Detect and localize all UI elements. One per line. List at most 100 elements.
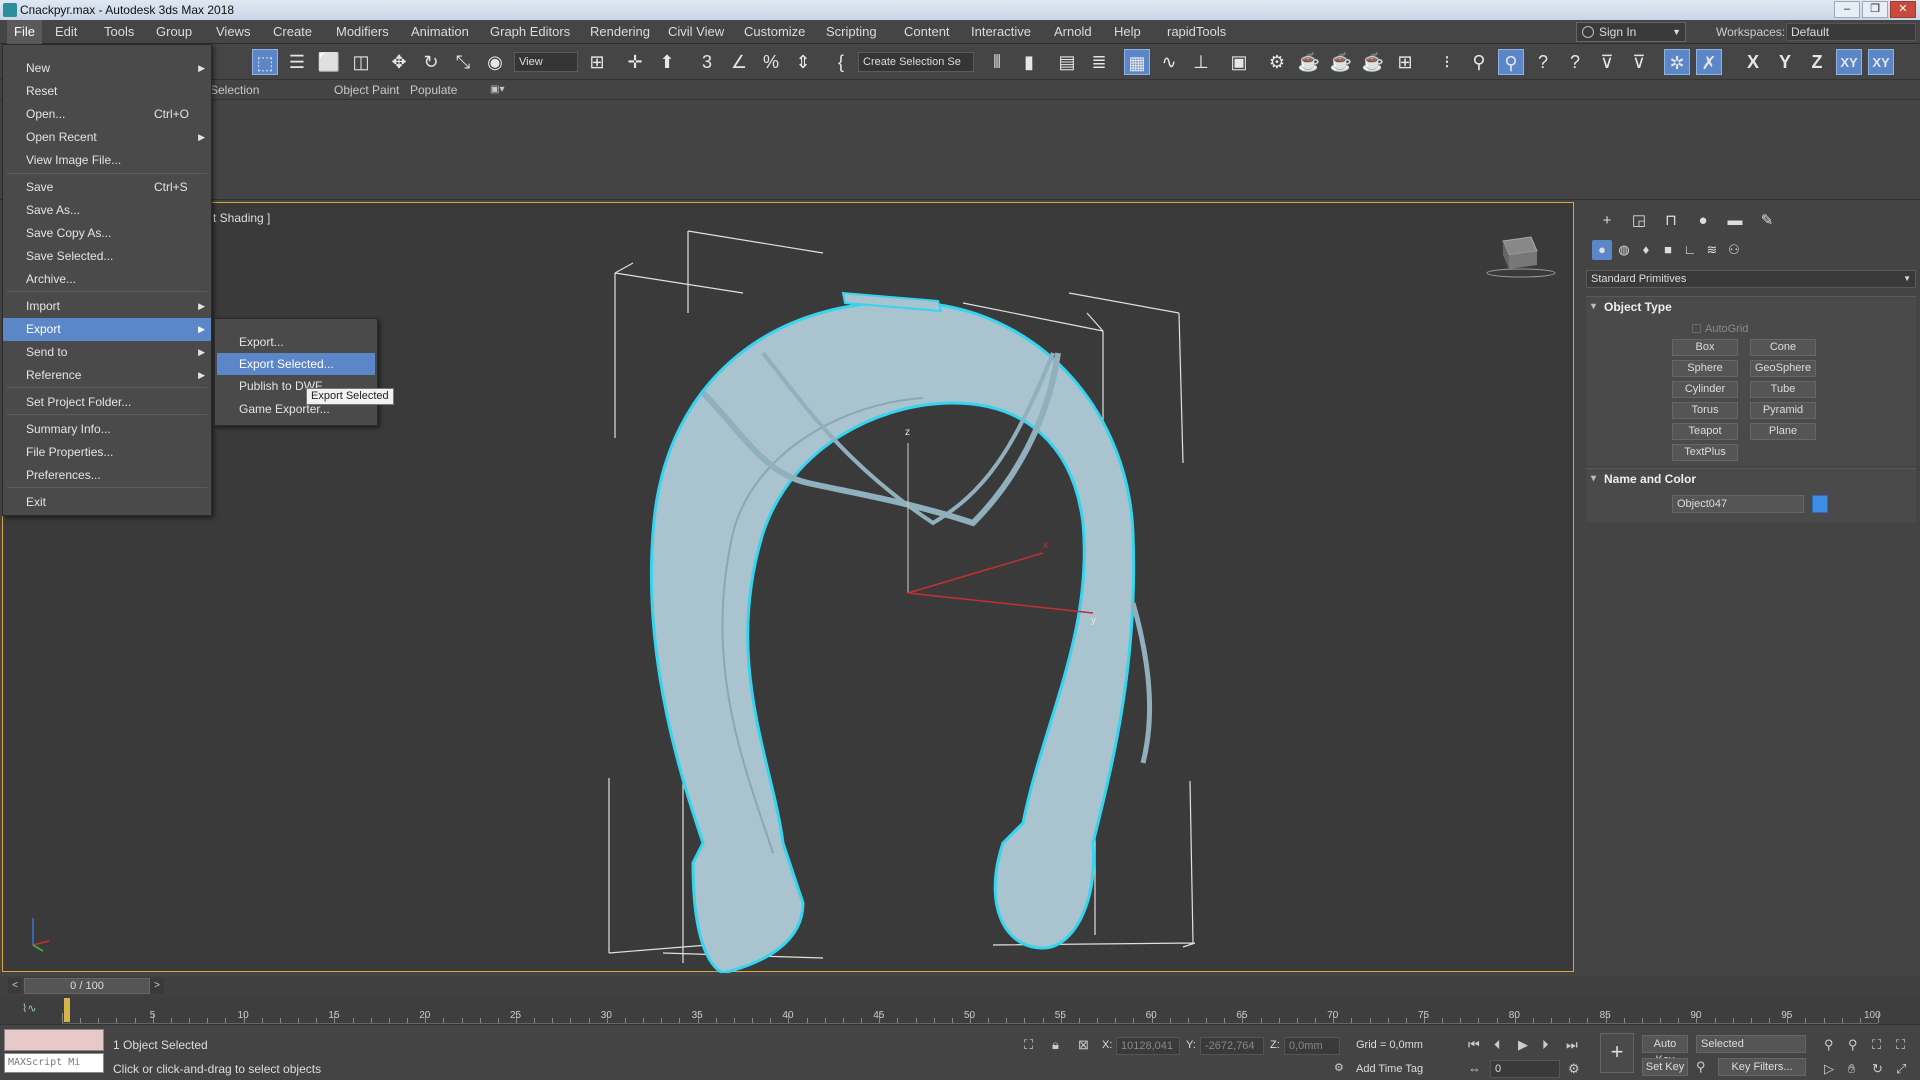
torus-button[interactable]: Torus (1672, 402, 1738, 419)
ribbon-options-icon[interactable]: ▣▾ (490, 80, 504, 100)
maximize-button[interactable]: ❐ (1862, 1, 1888, 18)
scene-explorer-icon[interactable]: ▤ (1054, 49, 1080, 75)
material-editor-icon[interactable]: ▣ (1226, 49, 1252, 75)
motion-tab-icon[interactable]: ● (1692, 210, 1714, 232)
rectangular-selection-icon[interactable]: ⬜ (316, 49, 342, 75)
menu-rapidtools[interactable]: rapidTools (1160, 20, 1233, 44)
minimize-button[interactable]: – (1834, 1, 1860, 18)
zoom-extents-icon[interactable]: ⛶ (1872, 1037, 1881, 1053)
object-color-swatch[interactable] (1812, 495, 1828, 513)
key-mode-dropdown[interactable]: Selected (1696, 1035, 1806, 1053)
placement-icon[interactable]: ◉ (482, 49, 508, 75)
set-key-button[interactable]: Set Key (1642, 1058, 1688, 1076)
file-menu-save-as[interactable]: Save As... (3, 199, 211, 222)
helpers-icon[interactable]: ∟ (1680, 240, 1700, 260)
zoom-all-icon[interactable]: ⚲ (1848, 1037, 1858, 1053)
menu-arnold[interactable]: Arnold (1047, 20, 1099, 44)
textplus-button[interactable]: TextPlus (1672, 444, 1738, 461)
goto-end-icon[interactable]: ⏭ (1566, 1037, 1578, 1053)
reference-coordinate-dropdown[interactable]: View (514, 52, 578, 72)
key-mode-icon[interactable]: ⇔ (1468, 1061, 1481, 1076)
geosphere-button[interactable]: GeoSphere (1750, 360, 1816, 377)
field-of-view-icon[interactable]: ▷ (1824, 1061, 1834, 1077)
file-menu-send-to[interactable]: Send to ▶ (3, 341, 211, 364)
object-name-field[interactable]: Object047 (1672, 495, 1804, 513)
file-menu-file-properties[interactable]: File Properties... (3, 441, 211, 464)
mini-curve-editor-icon[interactable]: ⌇∿ (22, 1002, 37, 1015)
time-tag-icon[interactable]: ⚙ (1334, 1061, 1344, 1074)
axis-xy-cycle-button[interactable]: XY (1868, 49, 1894, 75)
category-dropdown[interactable]: Standard Primitives ▼ (1586, 270, 1916, 288)
file-menu-exit[interactable]: Exit (3, 491, 211, 514)
z-coordinate-field[interactable]: 0,0mm (1284, 1037, 1340, 1055)
spinner-snap-icon[interactable]: ⇕ (790, 49, 816, 75)
snap-midpoint-icon[interactable]: ? (1562, 49, 1588, 75)
cone-button[interactable]: Cone (1750, 339, 1816, 356)
curve-editor-icon[interactable]: ∿ (1156, 49, 1182, 75)
render-setup-icon[interactable]: ⚙ (1264, 49, 1290, 75)
time-config-icon[interactable]: ⚙ (1568, 1061, 1580, 1077)
systems-icon[interactable]: ⚇ (1724, 240, 1744, 260)
menu-help[interactable]: Help (1107, 20, 1148, 44)
angle-snap-icon[interactable]: ∠ (726, 49, 752, 75)
utilities-tab-icon[interactable]: ✎ (1756, 210, 1778, 232)
constraint-snap-icon[interactable]: ✲ (1664, 49, 1690, 75)
render-iterative-icon[interactable]: ☕ (1360, 49, 1386, 75)
ribbon-tab-object-paint[interactable]: Object Paint (334, 80, 399, 100)
menu-modifiers[interactable]: Modifiers (329, 20, 396, 44)
named-selection-set-dropdown[interactable]: Create Selection Se (858, 52, 974, 72)
zoom-icon[interactable]: ⚲ (1824, 1037, 1834, 1053)
track-bar[interactable]: ⌇∿ 5 10 15 20 25 30 35 40 45 50 55 60 65 70 75 80 85 90 95… (0, 996, 1920, 1024)
select-object-icon[interactable]: ⬚ (252, 49, 278, 75)
lock-selection-icon[interactable]: 🔒︎ (1052, 1037, 1059, 1053)
file-menu-open[interactable]: Open... Ctrl+O (3, 103, 211, 126)
geometry-icon[interactable]: ● (1592, 240, 1612, 260)
object-type-title[interactable]: Object Type (1586, 297, 1916, 317)
layer-explorer-icon[interactable]: ≣ (1086, 49, 1112, 75)
play-icon[interactable]: ▶ (1518, 1037, 1528, 1053)
menu-interactive[interactable]: Interactive (964, 20, 1038, 44)
percent-snap-icon[interactable]: % (758, 49, 784, 75)
set-key-plus-icon[interactable]: + (1600, 1033, 1634, 1073)
next-frame-icon[interactable]: ⏵ (1542, 1037, 1549, 1053)
plane-button[interactable]: Plane (1750, 423, 1816, 440)
time-next-icon[interactable]: > (150, 978, 164, 994)
time-prev-icon[interactable]: < (8, 978, 22, 994)
cylinder-button[interactable]: Cylinder (1672, 381, 1738, 398)
workspaces-dropdown[interactable]: Default (1786, 23, 1916, 41)
snap-pivot-icon[interactable]: ⚲ (1466, 49, 1492, 75)
snap-grid-icon[interactable]: ⁝ (1434, 49, 1460, 75)
sign-in-dropdown[interactable]: Sign In ▼ (1576, 22, 1686, 42)
space-warps-icon[interactable]: ≋ (1702, 240, 1722, 260)
pan-icon[interactable]: ✋︎ (1848, 1061, 1855, 1077)
axis-x-button[interactable]: X (1740, 49, 1766, 75)
teapot-button[interactable]: Teapot (1672, 423, 1738, 440)
menu-group[interactable]: Group (149, 20, 199, 44)
window-crossing-icon[interactable]: ◫ (348, 49, 374, 75)
lights-icon[interactable]: ♦ (1636, 240, 1656, 260)
isolate-selection-icon[interactable]: ⛶ (1024, 1037, 1033, 1053)
rotate-icon[interactable]: ↻ (418, 49, 444, 75)
menu-views[interactable]: Views (209, 20, 257, 44)
render-cloud-icon[interactable]: ⊞ (1392, 49, 1418, 75)
file-menu-preferences[interactable]: Preferences... (3, 464, 211, 487)
shapes-icon[interactable]: ◍ (1614, 240, 1634, 260)
render-production-icon[interactable]: ☕ (1328, 49, 1354, 75)
keyboard-shortcut-icon[interactable]: ⬆ (654, 49, 680, 75)
cameras-icon[interactable]: ■ (1658, 240, 1678, 260)
menu-animation[interactable]: Animation (404, 20, 476, 44)
name-and-color-title[interactable]: Name and Color (1586, 469, 1916, 489)
close-button[interactable]: ✕ (1890, 1, 1916, 18)
time-slider[interactable]: 0 / 100 (24, 978, 150, 994)
create-tab-icon[interactable]: + (1596, 210, 1618, 232)
menu-civil-view[interactable]: Civil View (661, 20, 731, 44)
export-item[interactable]: Export... (217, 331, 375, 353)
schematic-view-icon[interactable]: ⊥ (1188, 49, 1214, 75)
edit-named-selection-icon[interactable]: { (828, 49, 854, 75)
mirror-icon[interactable]: ⫴ (984, 49, 1010, 75)
file-menu-archive[interactable]: Archive... (3, 268, 211, 291)
snap-edge-icon[interactable]: ⊽ (1594, 49, 1620, 75)
snap-endpoint-icon[interactable]: ? (1530, 49, 1556, 75)
select-manipulate-icon[interactable]: ✛ (622, 49, 648, 75)
file-menu-view-image-file[interactable]: View Image File... (3, 149, 211, 172)
